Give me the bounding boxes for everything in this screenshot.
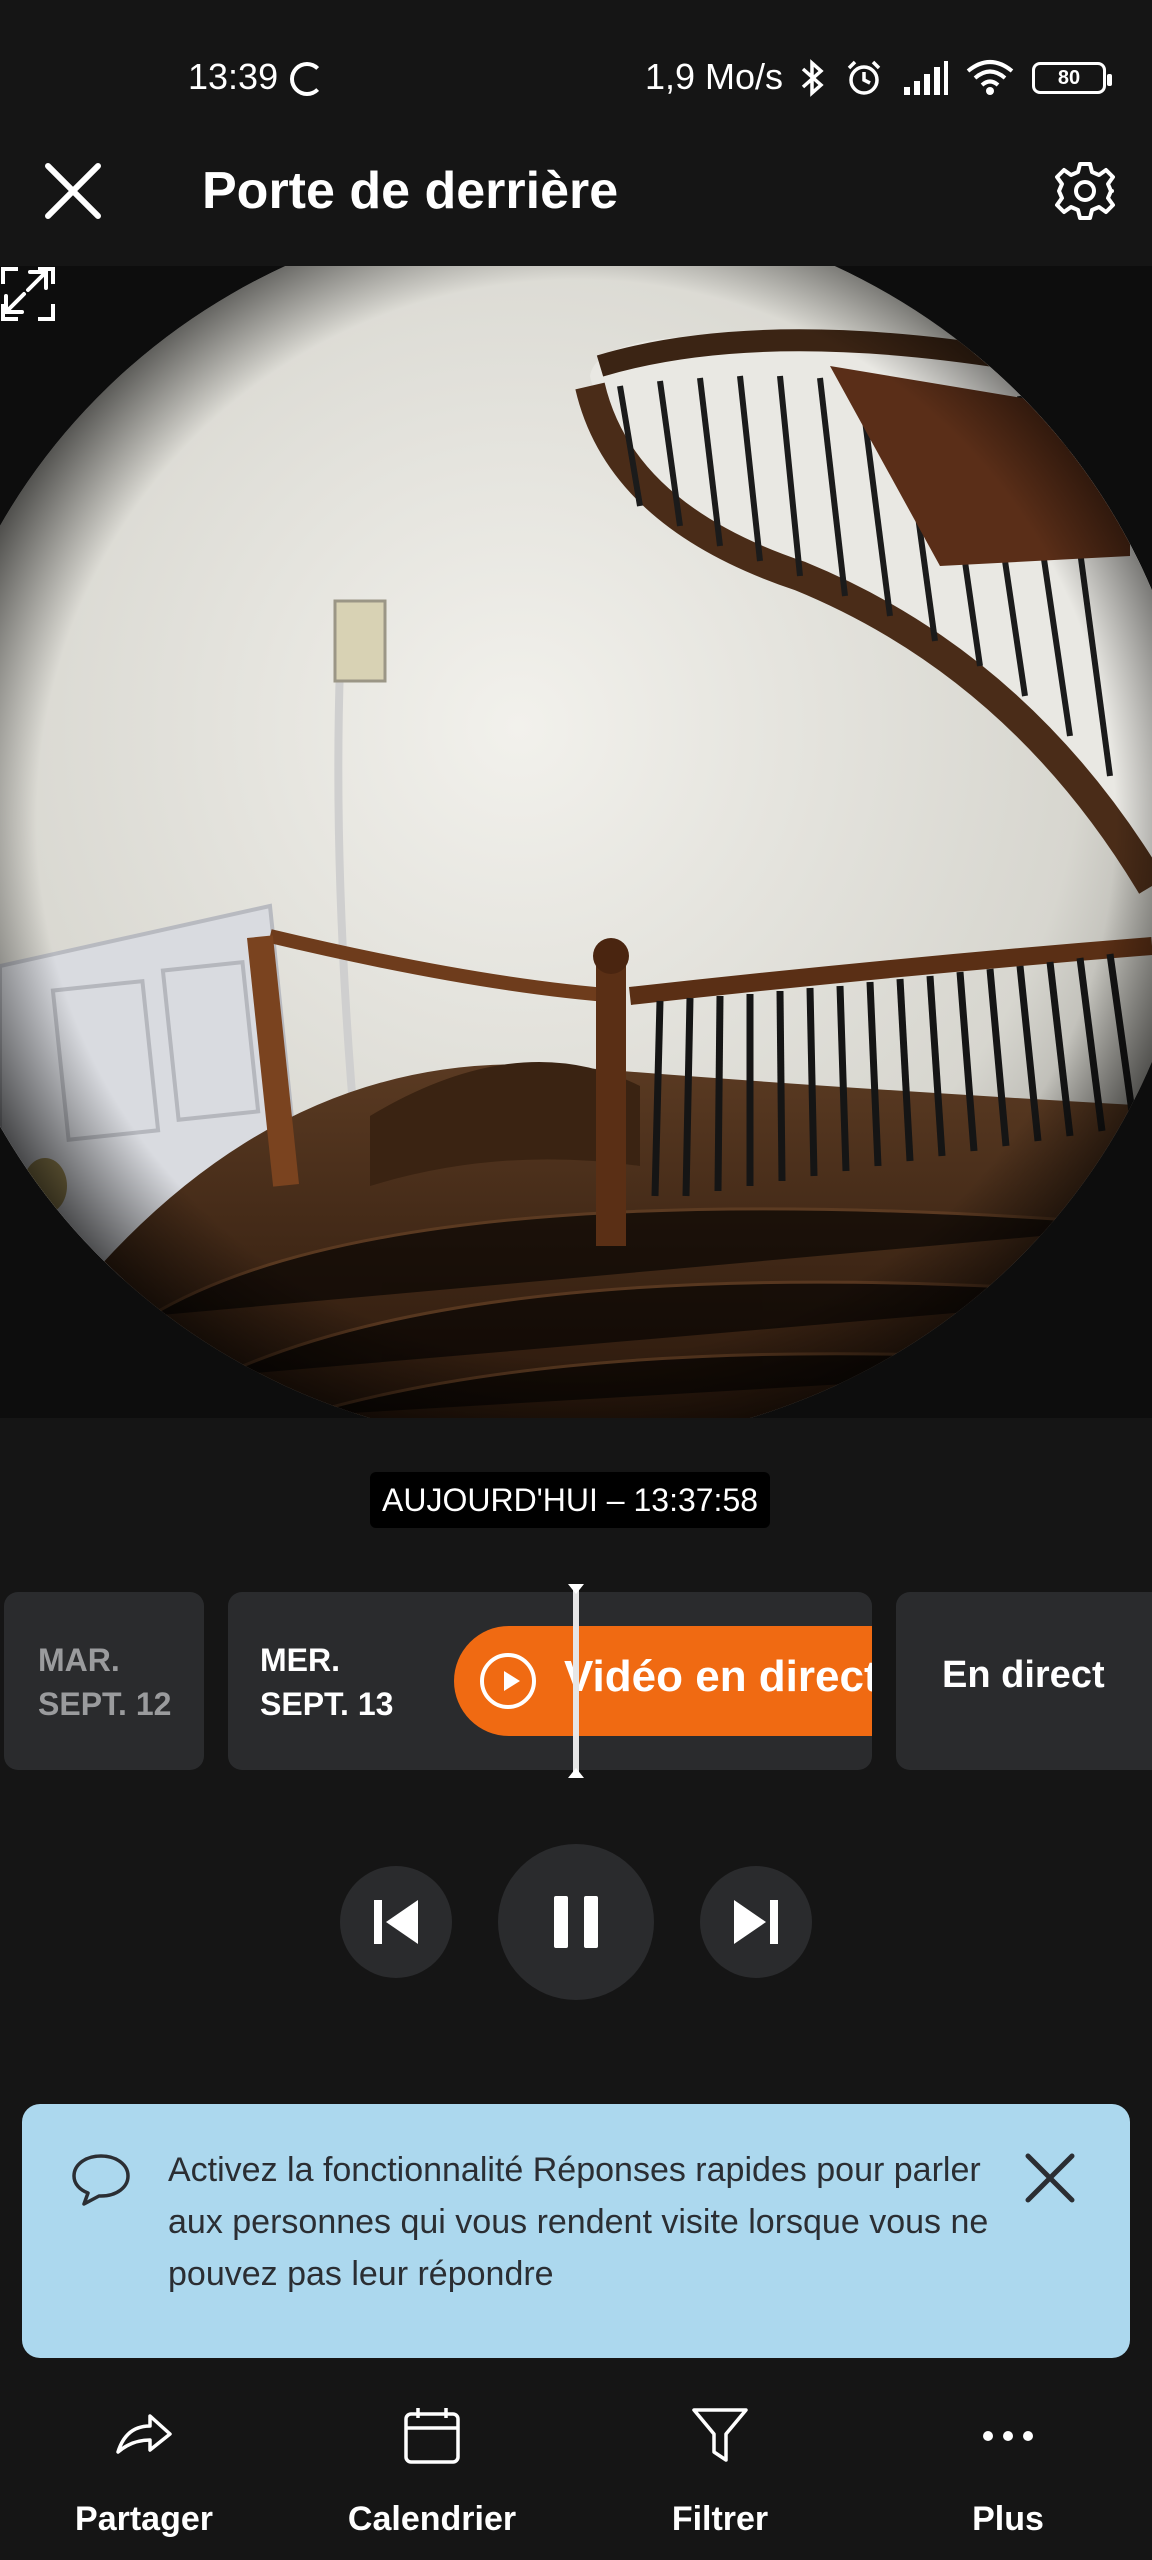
banner-message: Activez la fonctionnalité Réponses rapid… xyxy=(168,2151,989,2293)
sync-icon xyxy=(290,62,324,96)
nav-calendar-label: Calendrier xyxy=(347,2500,517,2538)
nav-filter-label: Filtrer xyxy=(671,2500,769,2538)
gear-icon[interactable] xyxy=(1052,158,1118,224)
more-icon xyxy=(983,2431,1033,2441)
timeline-scrubber[interactable] xyxy=(568,1584,584,1778)
live-timeline-card[interactable]: En direct xyxy=(896,1592,1152,1770)
close-icon[interactable] xyxy=(40,158,106,224)
calendar-icon xyxy=(404,2408,460,2464)
day-name: MER. xyxy=(260,1642,340,1678)
next-event-button[interactable] xyxy=(700,1866,812,1978)
live-label: En direct xyxy=(942,1654,1105,1696)
battery-icon: 80 xyxy=(1032,62,1112,94)
day-date: SEPT. 12 xyxy=(38,1686,172,1722)
camera-video-feed[interactable] xyxy=(0,266,1152,1418)
nav-more[interactable]: Plus xyxy=(888,2404,1128,2554)
close-icon[interactable] xyxy=(1022,2150,1078,2206)
nav-calendar[interactable]: Calendrier xyxy=(312,2404,552,2554)
status-icons: 80 xyxy=(800,54,1112,102)
day-name: MAR. xyxy=(38,1642,120,1678)
fullscreen-icon[interactable] xyxy=(0,266,56,322)
bluetooth-icon xyxy=(801,59,824,97)
bottom-navigation: Partager Calendrier Filtrer Plus xyxy=(0,2380,1152,2560)
page-title: Porte de derrière xyxy=(202,162,619,220)
day-label: MER. SEPT. 13 xyxy=(260,1638,393,1726)
day-label: MAR. SEPT. 12 xyxy=(38,1638,171,1726)
battery-level: 80 xyxy=(1057,66,1081,89)
live-video-button[interactable]: Vidéo en direct xyxy=(454,1626,872,1736)
top-app-bar: Porte de derrière xyxy=(0,140,1152,266)
live-video-label: Vidéo en direct xyxy=(564,1652,872,1701)
nav-filter[interactable]: Filtrer xyxy=(600,2404,840,2554)
nav-share[interactable]: Partager xyxy=(24,2404,264,2554)
nav-more-label: Plus xyxy=(972,2500,1044,2538)
signal-icon xyxy=(904,61,948,95)
alarm-icon xyxy=(847,60,881,95)
chat-bubble-icon xyxy=(72,2154,130,2206)
pause-icon xyxy=(554,1896,598,1948)
share-icon xyxy=(116,2414,172,2454)
timeline-day-tuesday[interactable]: MAR. SEPT. 12 xyxy=(4,1592,204,1770)
previous-event-button[interactable] xyxy=(340,1866,452,1978)
filter-icon xyxy=(692,2408,748,2462)
camera-view-image xyxy=(0,266,1152,1418)
status-bar: 13:39 1,9 Mo/s 80 xyxy=(0,0,1152,140)
wifi-icon xyxy=(966,60,1014,95)
quick-replies-banner: Activez la fonctionnalité Réponses rapid… xyxy=(22,2104,1130,2358)
day-date: SEPT. 13 xyxy=(260,1686,394,1722)
recording-timestamp: AUJOURD'HUI – 13:37:58 xyxy=(370,1472,771,1528)
skip-previous-icon xyxy=(374,1900,418,1944)
skip-next-icon xyxy=(734,1900,778,1944)
play-icon xyxy=(480,1653,536,1709)
nav-share-label: Partager xyxy=(75,2500,213,2538)
status-time: 13:39 xyxy=(188,56,279,97)
pause-button[interactable] xyxy=(498,1844,654,2000)
network-speed: 1,9 Mo/s xyxy=(645,56,784,97)
